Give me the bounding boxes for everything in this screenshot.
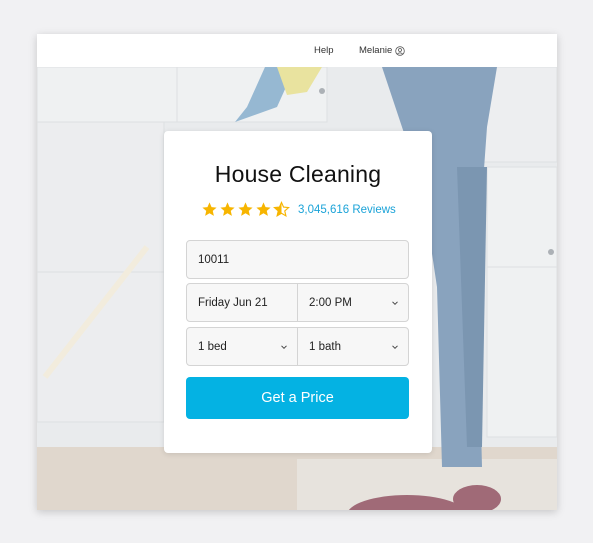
time-select[interactable]: 2:00 PM	[297, 283, 409, 322]
date-select[interactable]: Friday Jun 21	[186, 283, 298, 322]
user-name: Melanie	[359, 45, 393, 56]
get-a-price-button[interactable]: Get a Price	[186, 377, 409, 419]
time-value: 2:00 PM	[309, 296, 352, 309]
date-value: Friday Jun 21	[198, 296, 268, 309]
user-menu[interactable]: Melanie	[359, 45, 405, 56]
booking-card: House Cleaning 3,045,616 Reviews 10011 F…	[164, 131, 432, 453]
bathrooms-select[interactable]: 1 bath	[297, 327, 409, 366]
bathrooms-value: 1 bath	[309, 340, 341, 353]
rating-stars	[201, 201, 290, 218]
help-link[interactable]: Help	[314, 45, 334, 56]
app-window: Help Melanie House Cleaning 3,045,616 Re…	[37, 34, 557, 510]
star-icon	[238, 202, 253, 216]
card-title: House Cleaning	[214, 161, 382, 187]
top-nav: Help Melanie	[37, 34, 557, 67]
user-circle-icon	[395, 45, 405, 56]
star-icon	[256, 202, 271, 216]
reviews-link[interactable]: 3,045,616 Reviews	[298, 204, 396, 216]
chevron-down-icon	[392, 345, 398, 350]
zip-code-input[interactable]: 10011	[186, 240, 409, 279]
bedrooms-value: 1 bed	[198, 340, 227, 353]
bedrooms-select[interactable]: 1 bed	[186, 327, 298, 366]
chevron-down-icon	[392, 301, 398, 306]
zip-code-value: 10011	[198, 253, 230, 266]
star-icon	[220, 202, 235, 216]
rating-row: 3,045,616 Reviews	[201, 201, 396, 218]
chevron-down-icon	[281, 345, 287, 350]
half-star-icon	[273, 201, 290, 218]
star-icon	[202, 202, 217, 216]
